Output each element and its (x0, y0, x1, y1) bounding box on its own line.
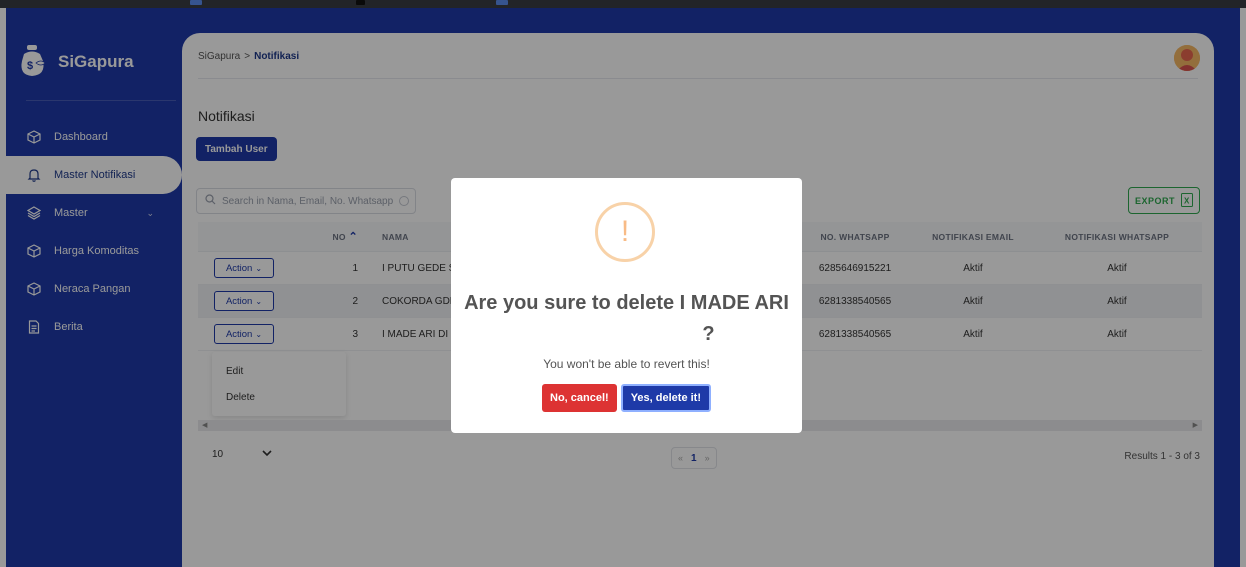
dialog-text: You won't be able to revert this! (543, 357, 710, 371)
cancel-button[interactable]: No, cancel! (542, 384, 617, 412)
warning-icon: ! (595, 202, 655, 262)
dialog-title-line2: ? (702, 323, 715, 345)
confirm-delete-button[interactable]: Yes, delete it! (620, 384, 711, 412)
dialog-title: Are you sure to delete I MADE ARI ? (451, 288, 802, 350)
dialog-actions: No, cancel! Yes, delete it! (451, 384, 802, 412)
confirm-delete-dialog: ! Are you sure to delete I MADE ARI ? Yo… (451, 178, 802, 433)
dialog-title-line1: Are you sure to delete I MADE ARI (464, 292, 789, 314)
